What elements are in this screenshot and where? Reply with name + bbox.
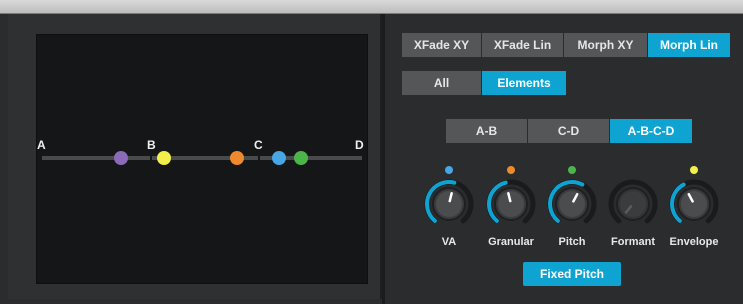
va-indicator-dot	[445, 166, 453, 174]
path-abcd-button[interactable]: A-B-C-D	[610, 119, 692, 143]
granular-knob-group: Granular	[485, 166, 537, 256]
morph-line	[42, 156, 362, 160]
window-top-strip	[0, 0, 743, 14]
mode-morph-lin-button[interactable]: Morph Lin	[648, 33, 730, 57]
element-dot-blue[interactable]	[272, 151, 286, 165]
pitch-knob-group: Pitch	[546, 166, 598, 256]
envelope-knob-group: Envelope	[668, 166, 720, 256]
path-selector: A-B C-D A-B-C-D	[446, 119, 692, 143]
element-dot-yellow[interactable]	[157, 151, 171, 165]
scope-selector: All Elements	[402, 71, 566, 95]
envelope-knob[interactable]	[668, 178, 720, 230]
formant-knob-group: Formant	[607, 166, 659, 256]
element-dot-purple[interactable]	[114, 151, 128, 165]
mode-xfade-lin-button[interactable]: XFade Lin	[482, 33, 564, 57]
corner-label-c: C	[254, 138, 263, 152]
corner-label-b: B	[147, 138, 156, 152]
va-knob-group: VA	[423, 166, 475, 256]
path-cd-button[interactable]: C-D	[528, 119, 610, 143]
granular-knob[interactable]	[485, 178, 537, 230]
corner-label-d: D	[355, 138, 364, 152]
pitch-indicator-dot	[568, 166, 576, 174]
scope-all-button[interactable]: All	[402, 71, 482, 95]
morph-mode-selector: XFade XY XFade Lin Morph XY Morph Lin	[402, 33, 730, 57]
path-ab-button[interactable]: A-B	[446, 119, 528, 143]
panel-divider	[382, 14, 385, 304]
fixed-pitch-button[interactable]: Fixed Pitch	[523, 262, 621, 286]
element-dot-green[interactable]	[294, 151, 308, 165]
segment-gap	[258, 155, 260, 161]
corner-label-a: A	[37, 138, 46, 152]
formant-knob[interactable]	[607, 178, 659, 230]
element-dot-orange[interactable]	[230, 151, 244, 165]
mode-xfade-xy-button[interactable]: XFade XY	[402, 33, 482, 57]
pitch-knob[interactable]	[546, 178, 598, 230]
envelope-label: Envelope	[669, 236, 719, 248]
segment-gap	[150, 155, 152, 161]
mode-morph-xy-button[interactable]: Morph XY	[564, 33, 648, 57]
va-knob[interactable]	[423, 178, 475, 230]
scope-elements-button[interactable]: Elements	[482, 71, 566, 95]
granular-indicator-dot	[507, 166, 515, 174]
envelope-indicator-dot	[690, 166, 698, 174]
